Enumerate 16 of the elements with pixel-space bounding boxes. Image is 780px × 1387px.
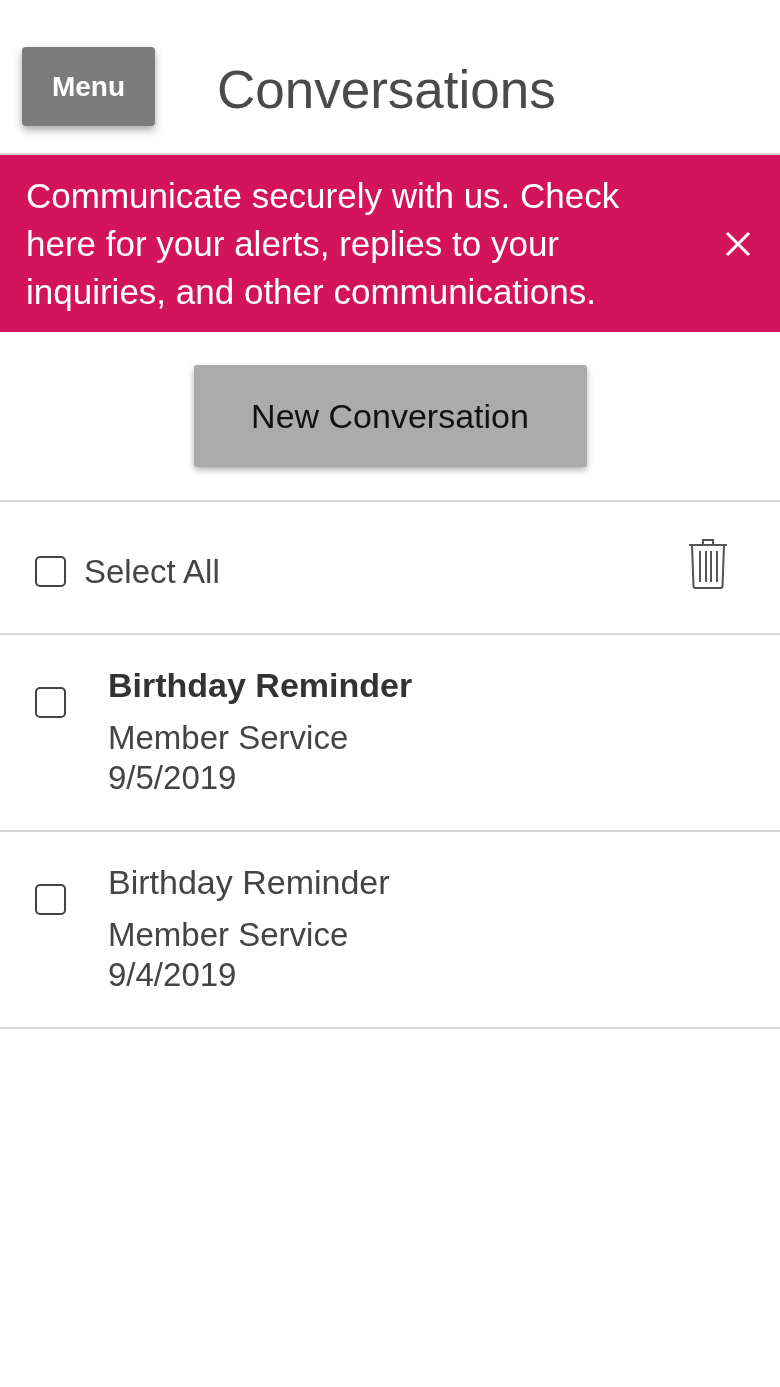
menu-button[interactable]: Menu bbox=[22, 47, 155, 126]
conversation-sender: Member Service bbox=[108, 915, 350, 955]
conversation-date: 9/5/2019 bbox=[108, 758, 238, 798]
conversation-date: 9/4/2019 bbox=[108, 955, 238, 995]
conversation-checkbox[interactable] bbox=[35, 687, 66, 718]
select-all-label[interactable]: Select All bbox=[84, 546, 220, 597]
conversation-checkbox[interactable] bbox=[35, 884, 66, 915]
trash-icon[interactable] bbox=[688, 538, 728, 589]
conversation-sender: Member Service bbox=[108, 718, 350, 758]
conversation-title[interactable]: Birthday Reminder bbox=[108, 665, 413, 705]
banner-message: Communicate securely with us. Check here for your alerts, replies to your inquiries, and other communications. bbox=[26, 174, 621, 313]
page-title: Conversations bbox=[217, 59, 556, 121]
close-icon[interactable] bbox=[725, 230, 751, 257]
select-all-checkbox[interactable] bbox=[35, 556, 66, 587]
conversation-title[interactable]: Birthday Reminder bbox=[108, 862, 390, 902]
new-conversation-button[interactable]: New Conversation bbox=[193, 365, 587, 467]
